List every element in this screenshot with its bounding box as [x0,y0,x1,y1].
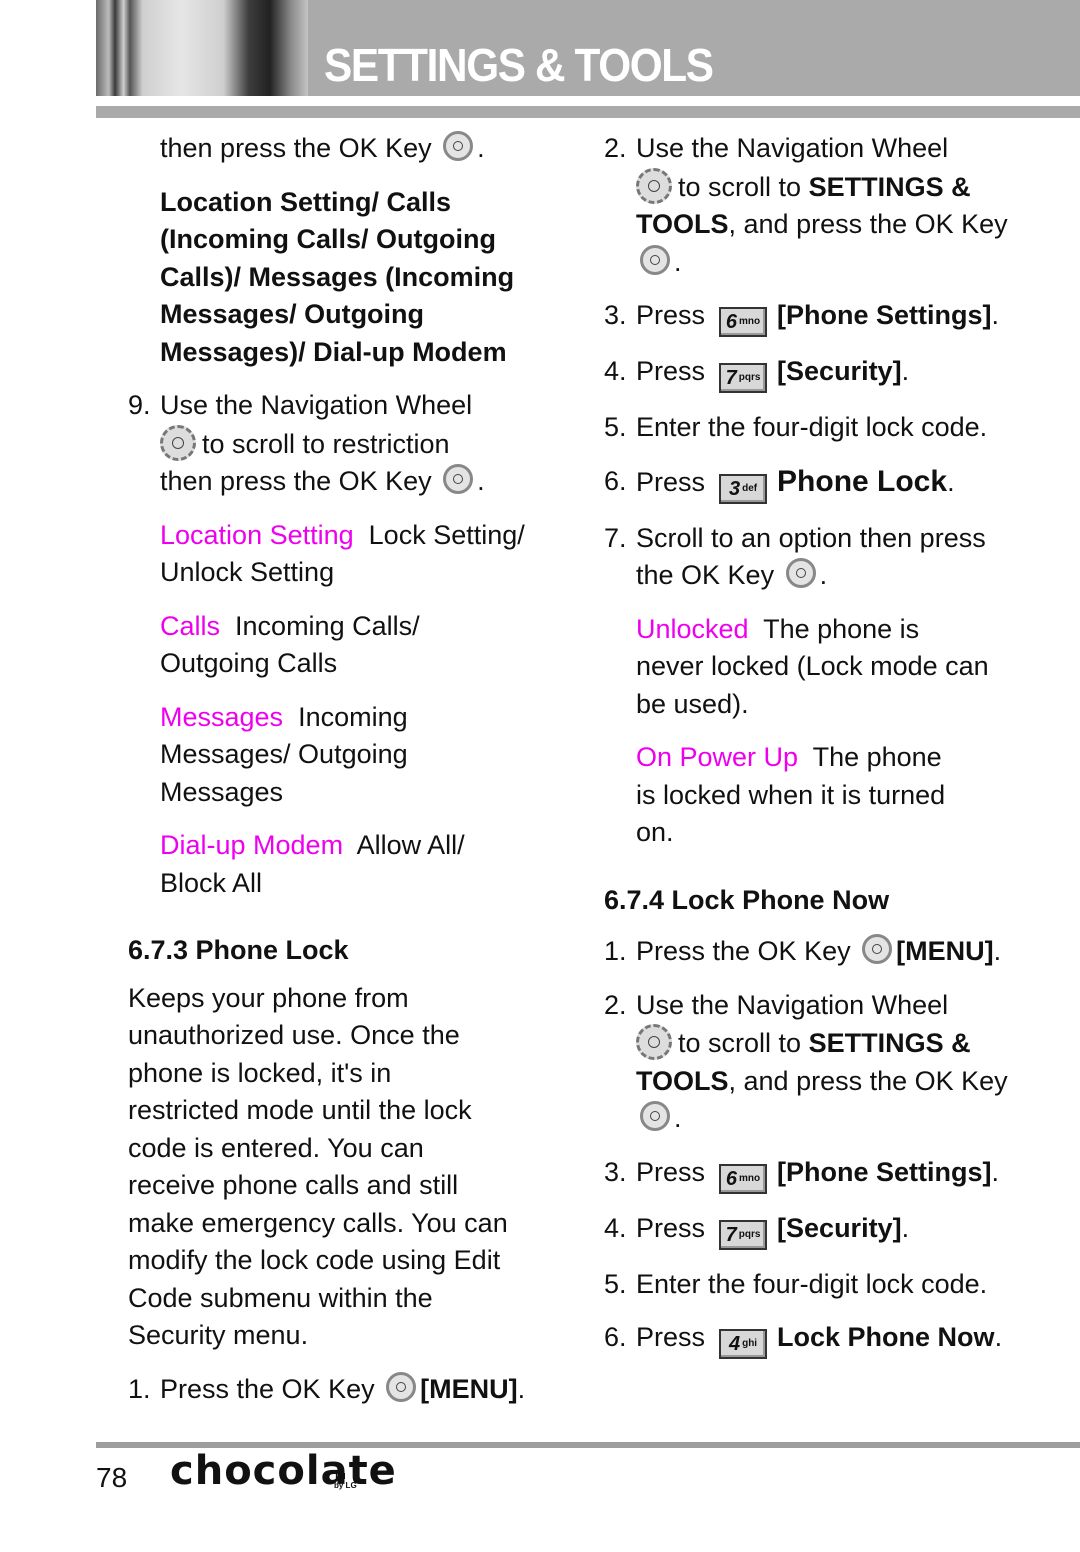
option-dialup-modem: Dial-up Modem Allow All/ Block All [160,830,465,898]
ok-key-icon [640,1101,670,1131]
lock-now-step-1: 1. Press the OK Key [MENU]. [604,934,1002,966]
ok-key-icon [443,131,474,161]
lock-now-step-5: 5. Enter the four-digit lock code. [604,1268,988,1299]
phone-lock-step-4: 4. Press 7 pqrs [Security]. [604,353,1064,393]
key-4-icon: 4 ghi [719,1329,768,1359]
chocolate-logo: chocolate [170,1448,397,1494]
right-column: 2. Use the Navigation Wheel to scroll to… [604,130,1064,1359]
phone-lock-step-1: 1. Press the OK Key [MENU]. [128,1371,526,1404]
navigation-wheel-icon [160,424,196,461]
lock-now-step-4: 4. Press 7 pqrs [Security]. [604,1210,1064,1250]
lock-now-step-6: 6. Press 4 ghi Lock Phone Now. [604,1319,1064,1359]
section-heading-phone-lock: 6.7.3 Phone Lock [128,935,349,965]
lock-now-step-3: 3. Press 6 mno [Phone Settings]. [604,1154,1064,1194]
key-7-icon: 7 pqrs [719,1219,768,1250]
continued-step: then press the OK Key . [160,131,485,163]
lock-now-step-2: 2. Use the Navigation Wheel to scroll to… [604,989,1008,1134]
option-location-setting: Location Setting Lock Setting/ Unlock Se… [160,519,525,588]
navigation-wheel-icon [636,1024,672,1060]
ok-key-icon [862,934,893,964]
phone-lock-step-7: 7. Scroll to an option then press the OK… [604,522,986,591]
key-7-icon: 7 pqrs [719,363,768,393]
header-photo [96,0,308,96]
key-6-icon: 6 mno [719,307,768,337]
key-3-icon: 3 def [719,473,768,504]
phone-lock-step-2: 2. Use the Navigation Wheel to scroll to… [604,133,1008,277]
navigation-wheel-icon [636,167,672,204]
phone-lock-step-3: 3. Press 6 mno [Phone Settings]. [604,297,1064,337]
step-9: 9. Use the Navigation Wheel to scroll to… [128,390,485,496]
header-divider [96,106,1080,118]
section-heading-lock-phone-now: 6.7.4 Lock Phone Now [604,884,890,915]
ok-key-icon [443,464,474,494]
restriction-options-list: Location Setting/ Calls (Incoming Calls/… [160,186,515,367]
phone-lock-step-6: 6. Press 3 def Phone Lock. [604,463,1064,504]
key-6-icon: 6 mno [719,1163,768,1194]
page-number: 78 [96,1462,128,1493]
ok-key-icon [386,1371,417,1402]
option-on-power-up: On Power Up The phone is locked when it … [636,742,946,847]
ok-key-icon [640,244,670,275]
option-messages: Messages Incoming Messages/ Outgoing Mes… [160,701,408,807]
option-unlocked: Unlocked The phone is never locked (Lock… [636,613,989,719]
left-column: then press the OK Key . Location Setting… [128,130,528,1408]
phone-lock-step-5: 5. Enter the four-digit lock code. [604,412,988,442]
phone-lock-description: Keeps your phone from unauthorized use. … [128,982,508,1351]
logo-byline: TM by LG [334,1472,357,1490]
ok-key-icon [785,558,816,588]
chapter-title: SETTINGS & TOOLS [324,39,714,91]
option-calls: Calls Incoming Calls/ Outgoing Calls [160,610,420,679]
chapter-header: SETTINGS & TOOLS [96,0,1080,96]
